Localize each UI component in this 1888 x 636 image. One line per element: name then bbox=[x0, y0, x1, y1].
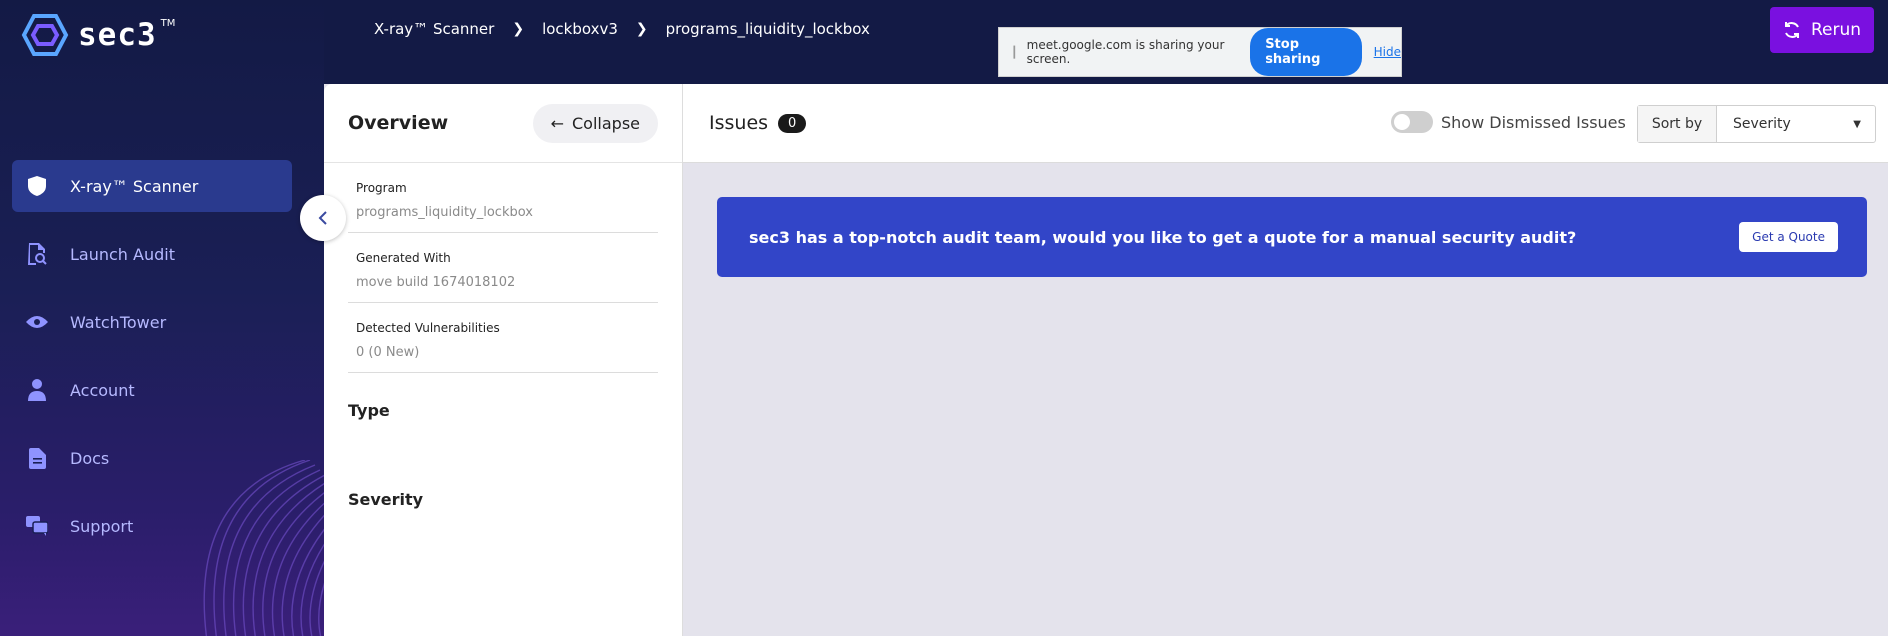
refresh-icon bbox=[1784, 22, 1799, 38]
sidebar-nav: X-ray™ Scanner Launch Audit WatchTower A… bbox=[12, 160, 292, 568]
toggle-sidebar-button[interactable] bbox=[300, 195, 346, 241]
type-section-title: Type bbox=[348, 401, 390, 420]
sidebar-item-launch-audit[interactable]: Launch Audit bbox=[12, 228, 292, 280]
sidebar-item-label: Support bbox=[70, 516, 134, 536]
toggle-switch[interactable] bbox=[1391, 111, 1433, 133]
drag-handle-icon[interactable]: ┃ bbox=[1011, 46, 1018, 59]
collapse-label: Collapse bbox=[572, 113, 640, 133]
field-value: programs_liquidity_lockbox bbox=[356, 205, 533, 220]
detected-vulnerabilities-field: Detected Vulnerabilities 0 (0 New) bbox=[348, 303, 658, 373]
generated-with-field: Generated With move build 1674018102 bbox=[348, 233, 658, 303]
breadcrumb-item-program: programs_liquidity_lockbox bbox=[665, 20, 870, 38]
rerun-button[interactable]: Rerun bbox=[1770, 7, 1874, 53]
chevron-right-icon: ❯ bbox=[635, 21, 648, 37]
caret-down-icon: ▼ bbox=[1853, 118, 1861, 130]
chevron-right-icon: ❯ bbox=[512, 21, 525, 37]
breadcrumb-item-xray-scanner[interactable]: X-ray™ Scanner bbox=[374, 20, 494, 38]
sidebar-item-account[interactable]: Account bbox=[12, 364, 292, 416]
screen-share-notification: ┃ meet.google.com is sharing your screen… bbox=[998, 27, 1402, 77]
brand-logo[interactable]: sec3 TM bbox=[20, 12, 175, 58]
sidebar-item-xray-scanner[interactable]: X-ray™ Scanner bbox=[12, 160, 292, 212]
show-dismissed-toggle[interactable]: Show Dismissed Issues bbox=[1391, 111, 1626, 133]
overview-title: Overview bbox=[348, 112, 449, 134]
field-value: 0 (0 New) bbox=[356, 345, 420, 360]
sidebar: sec3 TM X-ray™ Scanner Launch Audit Watc… bbox=[0, 0, 324, 636]
eye-icon bbox=[26, 311, 48, 333]
trademark-mark: TM bbox=[160, 17, 176, 29]
field-label: Program bbox=[356, 181, 407, 195]
issues-count-badge: 0 bbox=[778, 113, 807, 133]
sort-label: Sort by bbox=[1638, 106, 1717, 142]
overview-panel: Overview ← Collapse Program programs_liq… bbox=[324, 84, 683, 636]
stop-sharing-button[interactable]: Stop sharing bbox=[1250, 28, 1362, 76]
field-value: move build 1674018102 bbox=[356, 275, 516, 290]
sort-value: Severity bbox=[1733, 116, 1791, 132]
issues-header: Issues 0 Show Dismissed Issues Sort by S… bbox=[683, 84, 1888, 163]
share-message: meet.google.com is sharing your screen. bbox=[1026, 38, 1225, 66]
sidebar-item-label: WatchTower bbox=[70, 312, 167, 332]
field-label: Generated With bbox=[356, 251, 451, 265]
audit-quote-banner: sec3 has a top-notch audit team, would y… bbox=[717, 197, 1867, 277]
shield-icon bbox=[26, 175, 48, 197]
sidebar-item-label: X-ray™ Scanner bbox=[70, 176, 199, 196]
sort-select[interactable]: Sort by Severity ▼ bbox=[1637, 105, 1876, 143]
sec3-logo-icon bbox=[21, 14, 69, 56]
sidebar-item-label: Launch Audit bbox=[70, 244, 175, 264]
sidebar-item-watchtower[interactable]: WatchTower bbox=[12, 296, 292, 348]
user-icon bbox=[26, 379, 48, 401]
audit-icon bbox=[26, 243, 48, 265]
breadcrumb-item-lockboxv3[interactable]: lockboxv3 bbox=[542, 20, 618, 38]
overview-header: Overview ← Collapse bbox=[324, 84, 682, 163]
sidebar-item-label: Account bbox=[70, 380, 135, 400]
sidebar-item-label: Docs bbox=[70, 448, 110, 468]
severity-section-title: Severity bbox=[348, 490, 424, 509]
banner-text: sec3 has a top-notch audit team, would y… bbox=[749, 227, 1577, 247]
chat-icon bbox=[26, 515, 48, 537]
document-icon bbox=[26, 447, 48, 469]
issues-title: Issues bbox=[709, 112, 769, 134]
chevron-left-icon bbox=[318, 211, 327, 225]
toggle-label: Show Dismissed Issues bbox=[1441, 112, 1626, 132]
breadcrumb: X-ray™ Scanner ❯ lockboxv3 ❯ programs_li… bbox=[374, 20, 870, 38]
sidebar-item-docs[interactable]: Docs bbox=[12, 432, 292, 484]
program-field: Program programs_liquidity_lockbox bbox=[348, 163, 658, 233]
collapse-button[interactable]: ← Collapse bbox=[532, 103, 658, 143]
field-label: Detected Vulnerabilities bbox=[356, 321, 500, 335]
get-a-quote-button[interactable]: Get a Quote bbox=[1739, 222, 1838, 252]
rerun-label: Rerun bbox=[1810, 20, 1862, 40]
brand-name: sec3 bbox=[78, 17, 157, 53]
hide-link[interactable]: Hide bbox=[1374, 45, 1401, 59]
sidebar-item-support[interactable]: Support bbox=[12, 500, 292, 552]
arrow-left-icon: ← bbox=[550, 113, 564, 133]
toggle-knob bbox=[1394, 114, 1410, 130]
